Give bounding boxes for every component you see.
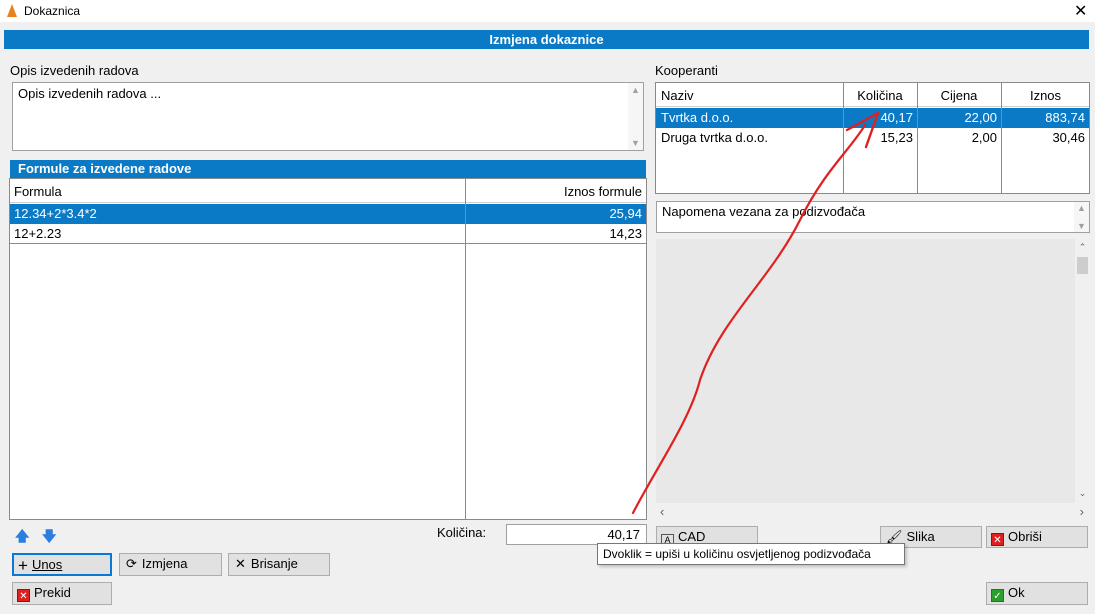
annotation-arrow	[631, 111, 880, 515]
